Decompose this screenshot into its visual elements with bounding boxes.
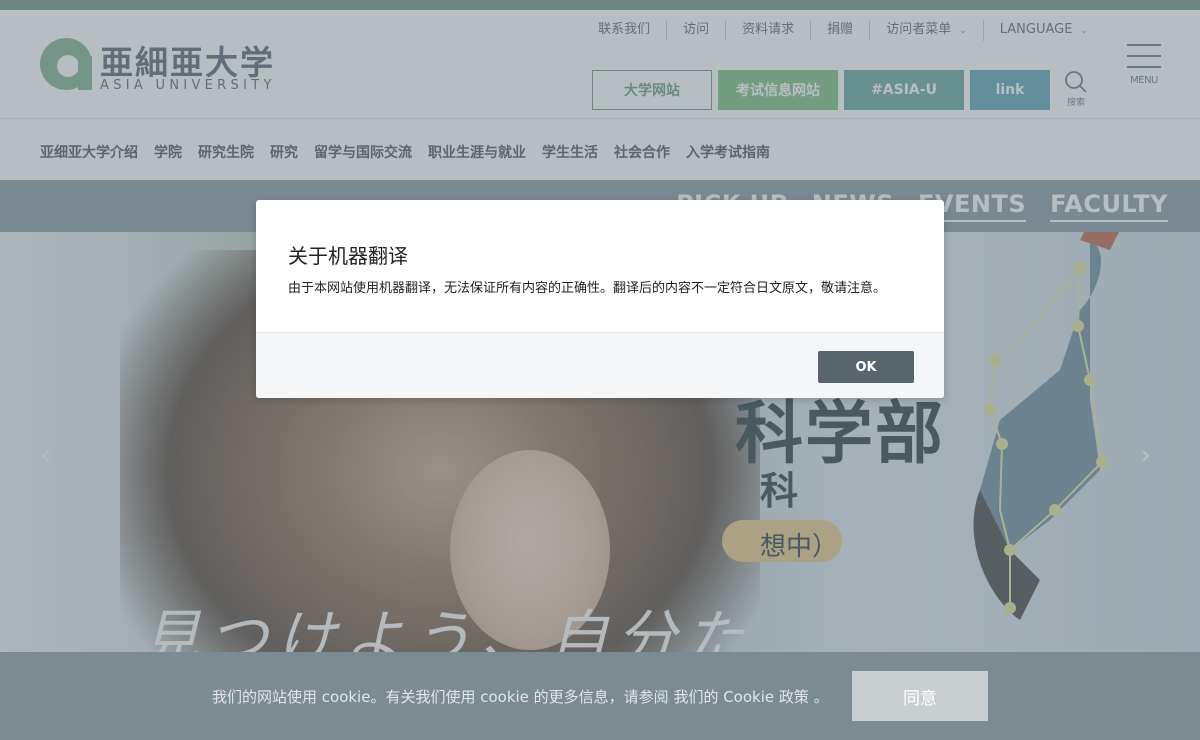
ok-button[interactable]: OK bbox=[818, 351, 914, 383]
cookie-agree-button[interactable]: 同意 bbox=[852, 671, 988, 721]
dialog-footer: OK bbox=[256, 332, 944, 398]
dialog-title: 关于机器翻译 bbox=[288, 244, 408, 268]
cookie-banner: 我们的网站使用 cookie。有关我们使用 cookie 的更多信息，请参阅 我… bbox=[0, 652, 1200, 740]
cookie-message: 我们的网站使用 cookie。有关我们使用 cookie 的更多信息，请参阅 我… bbox=[212, 688, 829, 706]
dialog-message: 由于本网站使用机器翻译，无法保证所有内容的正确性。翻译后的内容不一定符合日文原文… bbox=[288, 281, 887, 296]
machine-translation-dialog: 关于机器翻译 由于本网站使用机器翻译，无法保证所有内容的正确性。翻译后的内容不一… bbox=[256, 200, 944, 398]
